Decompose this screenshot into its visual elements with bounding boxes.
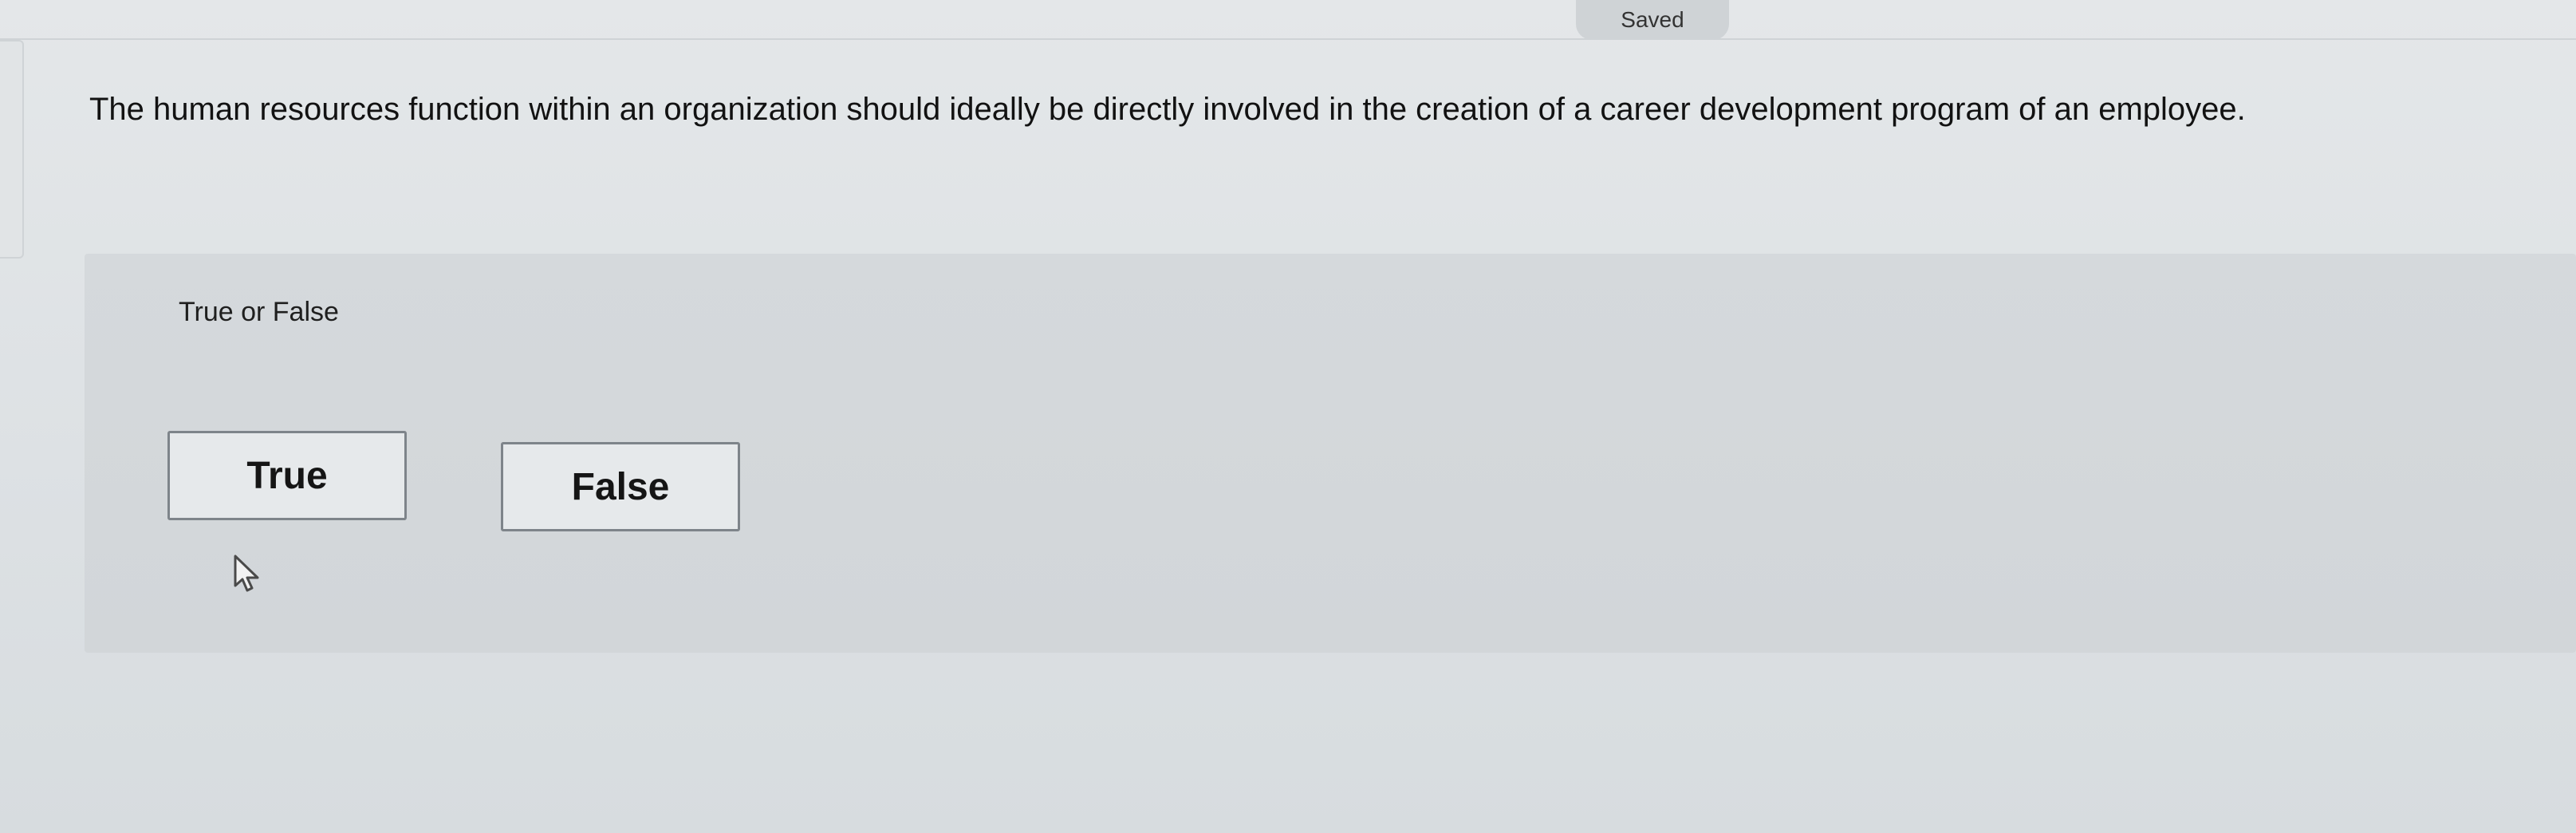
true-button[interactable]: True xyxy=(167,431,407,520)
saved-status-badge: Saved xyxy=(1576,0,1729,40)
top-divider xyxy=(0,38,2576,40)
question-text: The human resources function within an o… xyxy=(89,92,2246,127)
false-button[interactable]: False xyxy=(501,442,740,531)
true-or-false-prompt: True or False xyxy=(179,297,339,327)
answer-panel: True or False True False xyxy=(85,254,2576,653)
page-edge xyxy=(0,40,24,259)
mouse-pointer-icon xyxy=(234,555,259,592)
